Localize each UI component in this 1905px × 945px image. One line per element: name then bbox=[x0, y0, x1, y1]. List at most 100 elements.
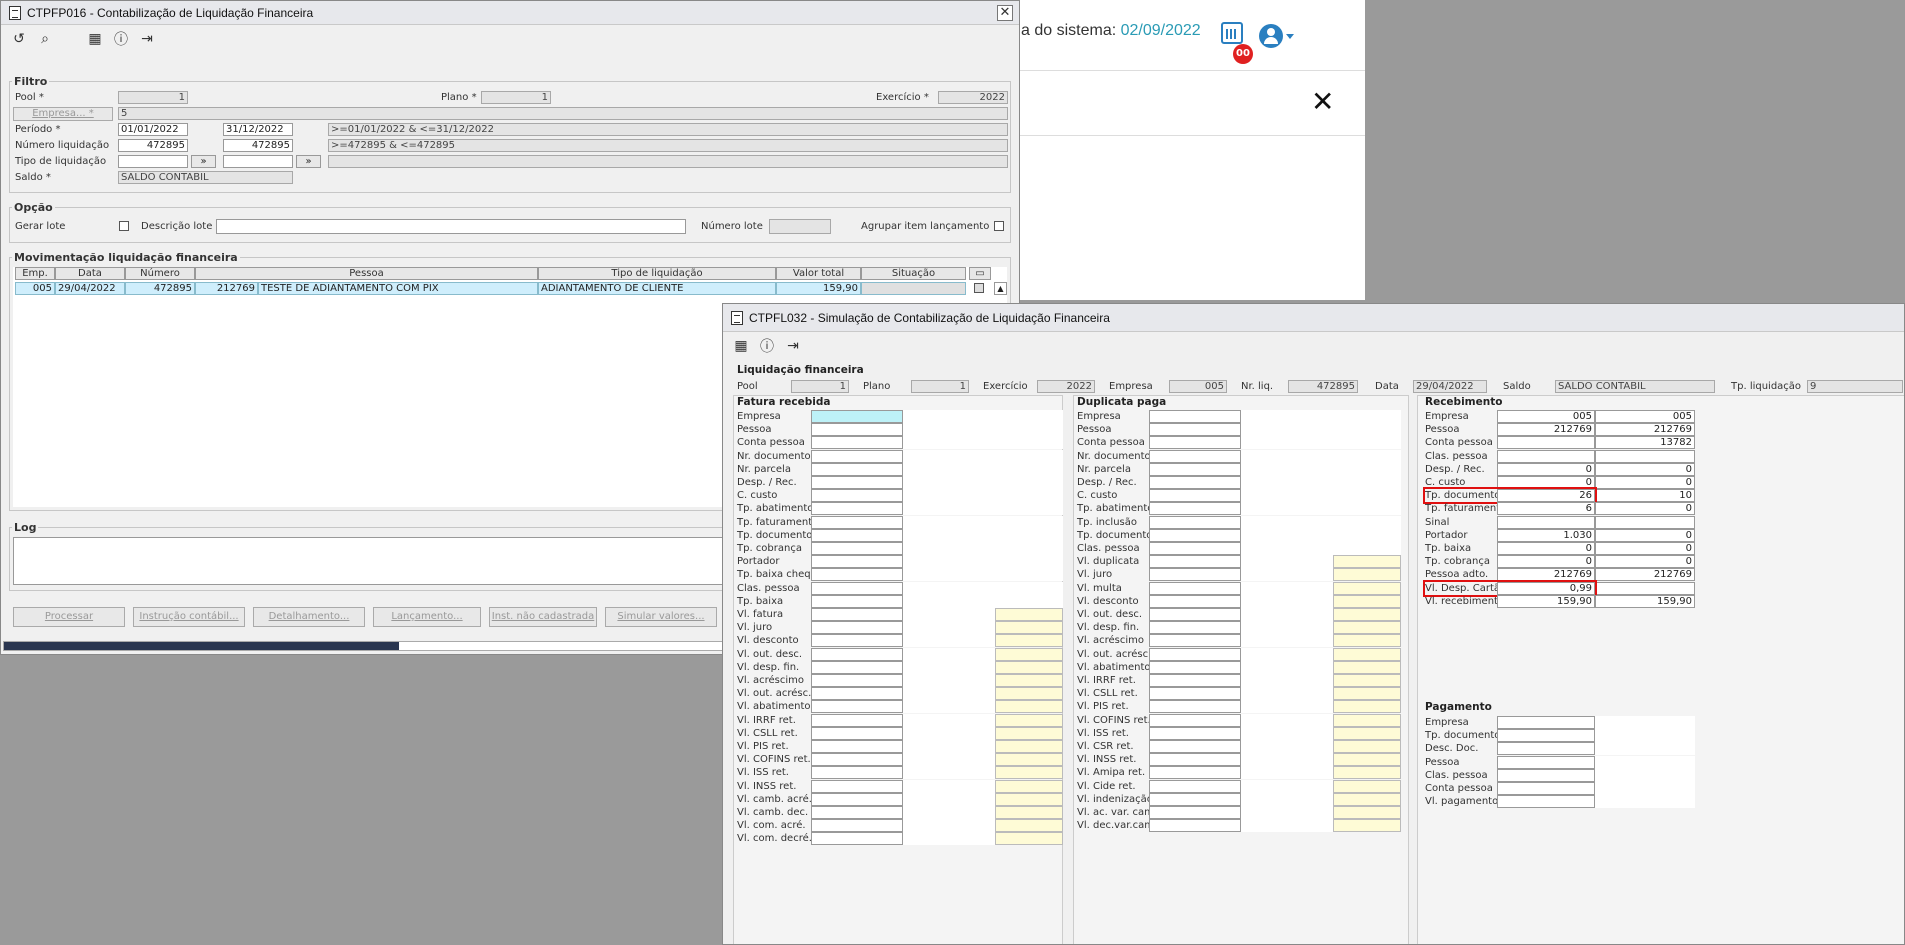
fatura-tp-abatimento-field-3[interactable] bbox=[995, 502, 1063, 516]
duplicata-nr-documento-field-2[interactable] bbox=[1241, 449, 1333, 463]
fatura-vl-iss-ret-field-2[interactable] bbox=[903, 766, 995, 780]
fatura-c-custo-field-3[interactable] bbox=[995, 489, 1063, 503]
recebimento-conta-pessoa-value-2[interactable]: 13782 bbox=[1595, 436, 1695, 450]
duplicata-vl-inss-ret-field[interactable] bbox=[1149, 753, 1241, 767]
duplicata-vl-inss-ret-field-2[interactable] bbox=[1241, 753, 1333, 767]
fatura-vl-acrescimo-field[interactable] bbox=[811, 674, 903, 687]
tipo-from[interactable] bbox=[118, 155, 188, 168]
fatura-vl-com-decre-field-2[interactable] bbox=[903, 832, 995, 846]
duplicata-vl-pis-ret-field-3[interactable] bbox=[1333, 700, 1401, 714]
fatura-vl-out-acresc-field-2[interactable] bbox=[903, 687, 995, 701]
duplicata-pessoa-field[interactable] bbox=[1149, 423, 1241, 437]
duplicata-vl-desconto-field-3[interactable] bbox=[1333, 594, 1401, 608]
fatura-vl-csll-ret-field-3[interactable] bbox=[995, 726, 1063, 740]
cell-pessoa-nome[interactable]: TESTE DE ADIANTAMENTO COM PIX bbox=[258, 282, 538, 295]
cell-situacao[interactable] bbox=[861, 282, 966, 295]
recebimento-empresa-value-2[interactable]: 005 bbox=[1595, 410, 1695, 423]
periodo-from[interactable]: 01/01/2022 bbox=[118, 123, 188, 136]
recebimento-portador-value-2[interactable]: 0 bbox=[1595, 528, 1695, 542]
fatura-vl-pis-ret-field[interactable] bbox=[811, 740, 903, 753]
fatura-tp-faturamento-field-3[interactable] bbox=[995, 515, 1063, 529]
fatura-c-custo-field-2[interactable] bbox=[903, 489, 995, 503]
inst-nao-cadastrada-button[interactable]: Inst. não cadastrada bbox=[489, 607, 597, 627]
fatura-vl-cofins-ret-field-3[interactable] bbox=[995, 753, 1063, 767]
recebimento-empresa-value-1[interactable]: 005 bbox=[1497, 410, 1595, 423]
duplicata-nr-documento-field-3[interactable] bbox=[1333, 449, 1401, 463]
recebimento-vl-recebimento-value-2[interactable]: 159,90 bbox=[1595, 594, 1695, 608]
fatura-vl-abatimento-field-3[interactable] bbox=[995, 700, 1063, 714]
duplicata-vl-ac-var-camb-field[interactable] bbox=[1149, 806, 1241, 819]
fatura-portador-field-2[interactable] bbox=[903, 555, 995, 569]
fatura-empresa-field-3[interactable] bbox=[995, 410, 1063, 423]
fatura-vl-camb-acre-field[interactable] bbox=[811, 792, 903, 806]
numero-to[interactable]: 472895 bbox=[223, 139, 293, 152]
refresh-icon[interactable]: ↺ bbox=[9, 29, 29, 49]
duplicata-vl-acrescimo-field[interactable] bbox=[1149, 634, 1241, 648]
col-numero[interactable]: Número bbox=[125, 267, 195, 280]
duplicata-vl-amipa-ret-field-3[interactable] bbox=[1333, 766, 1401, 780]
fatura-vl-iss-ret-field[interactable] bbox=[811, 766, 903, 780]
fatura-clas-pessoa-field-2[interactable] bbox=[903, 581, 995, 595]
duplicata-vl-multa-field-3[interactable] bbox=[1333, 581, 1401, 595]
pagamento-empresa-field-2[interactable] bbox=[1595, 716, 1695, 729]
duplicata-tp-documento-field-2[interactable] bbox=[1241, 528, 1333, 542]
duplicata-nr-documento-field[interactable] bbox=[1149, 449, 1241, 463]
fatura-vl-com-acre-field[interactable] bbox=[811, 819, 903, 833]
duplicata-vl-abatimento-field-2[interactable] bbox=[1241, 660, 1333, 674]
search-icon[interactable]: ⌕ bbox=[35, 29, 55, 49]
recebimento-conta-pessoa-value-1[interactable] bbox=[1497, 436, 1595, 450]
processar-button[interactable]: Processar bbox=[13, 607, 125, 627]
duplicata-vl-pis-ret-field-2[interactable] bbox=[1241, 700, 1333, 714]
fatura-tp-baixa-field-3[interactable] bbox=[995, 594, 1063, 608]
col-valor[interactable]: Valor total bbox=[776, 267, 861, 280]
cell-emp[interactable]: 005 bbox=[15, 282, 55, 295]
fatura-nr-parcela-field-3[interactable] bbox=[995, 462, 1063, 476]
duplicata-vl-indenizacao-field-3[interactable] bbox=[1333, 792, 1401, 806]
duplicata-conta-pessoa-field-2[interactable] bbox=[1241, 436, 1333, 450]
fatura-tp-faturamento-field[interactable] bbox=[811, 515, 903, 529]
col-emp[interactable]: Emp. bbox=[15, 267, 55, 280]
fatura-vl-juro-field-3[interactable] bbox=[995, 621, 1063, 635]
cell-pessoa-codigo[interactable]: 212769 bbox=[195, 282, 258, 295]
duplicata-vl-csll-ret-field[interactable] bbox=[1149, 687, 1241, 701]
hdr-data-field[interactable]: 29/04/2022 bbox=[1413, 380, 1487, 393]
instrucao-contabil-button[interactable]: Instrução contábil... bbox=[133, 607, 245, 627]
fatura-vl-com-decre-field-3[interactable] bbox=[995, 832, 1063, 846]
duplicata-desp-rec-field[interactable] bbox=[1149, 476, 1241, 489]
recebimento-desp-rec-value-1[interactable]: 0 bbox=[1497, 462, 1595, 476]
recebimento-tp-documento-value-2[interactable]: 10 bbox=[1595, 489, 1695, 503]
pagamento-conta-pessoa-field[interactable] bbox=[1497, 782, 1595, 795]
fatura-c-custo-field[interactable] bbox=[811, 489, 903, 503]
duplicata-vl-ac-var-camb-field-2[interactable] bbox=[1241, 806, 1333, 819]
duplicata-vl-multa-field-2[interactable] bbox=[1241, 581, 1333, 595]
chevron-down-icon[interactable] bbox=[1286, 34, 1294, 39]
fatura-pessoa-field[interactable] bbox=[811, 423, 903, 437]
fatura-tp-abatimento-field-2[interactable] bbox=[903, 502, 995, 516]
fatura-vl-desconto-field-2[interactable] bbox=[903, 634, 995, 648]
fatura-nr-documento-field-3[interactable] bbox=[995, 449, 1063, 463]
cell-valor[interactable]: 159,90 bbox=[776, 282, 861, 295]
duplicata-vl-cofins-ret-field[interactable] bbox=[1149, 713, 1241, 727]
recebimento-pessoa-adto-value-2[interactable]: 212769 bbox=[1595, 568, 1695, 582]
duplicata-vl-duplicata-field[interactable] bbox=[1149, 555, 1241, 569]
duplicata-vl-juro-field-3[interactable] bbox=[1333, 568, 1401, 582]
recebimento-portador-value-1[interactable]: 1.030 bbox=[1497, 528, 1595, 542]
duplicata-vl-out-desc-field-2[interactable] bbox=[1241, 608, 1333, 621]
fatura-vl-cofins-ret-field-2[interactable] bbox=[903, 753, 995, 767]
simular-valores-button[interactable]: Simular valores... bbox=[605, 607, 717, 627]
hdr-pool-field[interactable]: 1 bbox=[791, 380, 849, 393]
duplicata-vl-acrescimo-field-3[interactable] bbox=[1333, 634, 1401, 648]
duplicata-vl-duplicata-field-3[interactable] bbox=[1333, 555, 1401, 569]
duplicata-vl-indenizacao-field[interactable] bbox=[1149, 792, 1241, 806]
fatura-vl-abatimento-field-2[interactable] bbox=[903, 700, 995, 714]
duplicata-c-custo-field-3[interactable] bbox=[1333, 489, 1401, 503]
fatura-vl-cofins-ret-field[interactable] bbox=[811, 753, 903, 767]
duplicata-vl-csr-ret-field[interactable] bbox=[1149, 740, 1241, 753]
recebimento-clas-pessoa-value-1[interactable] bbox=[1497, 449, 1595, 463]
pagamento-conta-pessoa-field-2[interactable] bbox=[1595, 782, 1695, 795]
fatura-vl-iss-ret-field-3[interactable] bbox=[995, 766, 1063, 780]
saldo-field[interactable]: SALDO CONTABIL bbox=[118, 171, 293, 184]
gerar-lote-checkbox[interactable] bbox=[119, 221, 129, 231]
duplicata-vl-cide-ret-field-3[interactable] bbox=[1333, 779, 1401, 793]
fatura-clas-pessoa-field-3[interactable] bbox=[995, 581, 1063, 595]
